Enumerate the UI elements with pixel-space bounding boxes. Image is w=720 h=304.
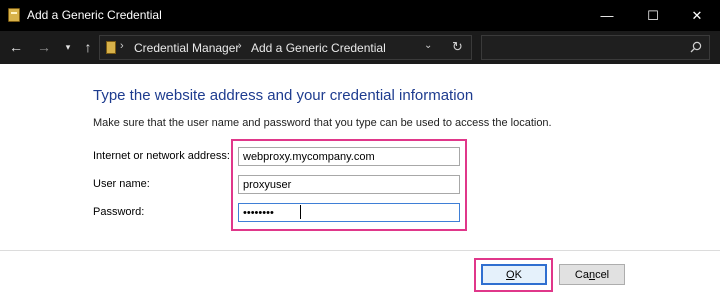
breadcrumb-separator[interactable]: ›: [120, 40, 124, 52]
close-button[interactable]: ✕: [674, 0, 720, 31]
recent-locations-chevron-icon[interactable]: ▾: [58, 37, 78, 57]
cancel-button[interactable]: Cancel: [559, 264, 625, 285]
ok-button-label: OK: [506, 268, 522, 281]
navigation-bar: ← → ▾ ↑ › Credential Manager › Add a Gen…: [0, 31, 720, 64]
forward-arrow-icon[interactable]: →: [34, 37, 54, 57]
text-caret: [300, 205, 301, 219]
user-name-label: User name:: [93, 178, 150, 190]
ok-button[interactable]: OK: [481, 264, 547, 285]
breadcrumb-separator[interactable]: ›: [238, 40, 242, 52]
breadcrumb-credential-manager[interactable]: Credential Manager: [134, 41, 239, 55]
refresh-icon[interactable]: ↻: [452, 39, 463, 55]
cancel-button-label: Cancel: [574, 268, 610, 281]
page-description: Make sure that the user name and passwor…: [93, 117, 552, 129]
password-field[interactable]: [238, 203, 460, 222]
address-dropdown-chevron-icon[interactable]: ⌄: [424, 40, 432, 51]
address-bar[interactable]: › Credential Manager › Add a Generic Cre…: [99, 35, 472, 60]
page-heading: Type the website address and your creden…: [93, 87, 474, 104]
title-bar: Add a Generic Credential — ☐ ✕: [0, 0, 720, 31]
control-panel-icon: [106, 41, 116, 54]
credential-manager-icon: [8, 8, 20, 22]
password-label: Password:: [93, 206, 145, 218]
back-arrow-icon[interactable]: ←: [6, 37, 26, 57]
maximize-button[interactable]: ☐: [630, 0, 676, 31]
internet-address-field[interactable]: [238, 147, 460, 166]
breadcrumb-add-generic-credential[interactable]: Add a Generic Credential: [251, 41, 386, 55]
internet-address-label: Internet or network address:: [93, 150, 230, 162]
search-icon: [690, 41, 702, 53]
search-input[interactable]: [481, 35, 710, 60]
user-name-field[interactable]: [238, 175, 460, 194]
up-arrow-icon[interactable]: ↑: [78, 37, 98, 57]
button-area-divider: [0, 250, 720, 251]
minimize-button[interactable]: —: [584, 0, 630, 31]
window-title: Add a Generic Credential: [27, 8, 162, 22]
